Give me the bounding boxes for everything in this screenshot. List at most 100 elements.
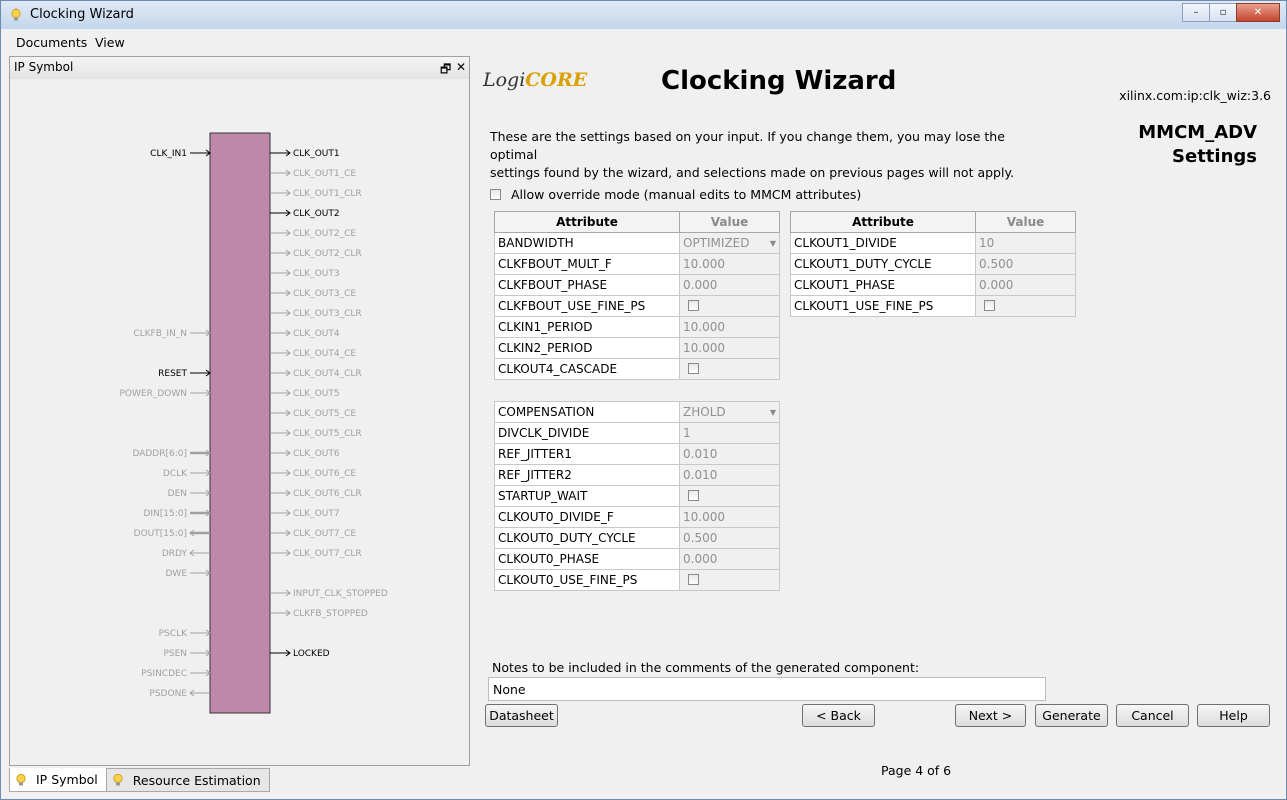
bottom-tab-bar: IP Symbol Resource Estimation — [9, 768, 270, 792]
description-line1: These are the settings based on your inp… — [490, 129, 1005, 162]
override-mode-row: Allow override mode (manual edits to MMC… — [490, 187, 861, 202]
value-field[interactable]: 10.000 — [679, 253, 780, 275]
value-field[interactable]: 0.500 — [679, 527, 780, 549]
value-checkbox-cell[interactable] — [679, 485, 780, 507]
ip-symbol-panel-title: IP Symbol — [14, 60, 74, 74]
maximize-button[interactable]: ▫ — [1209, 3, 1237, 22]
ip-symbol-canvas: CLK_IN1 CLKFB_IN_N RESET POWER_DOWN DADDR[6:… — [10, 79, 469, 765]
lightbulb-icon — [16, 773, 26, 785]
menu-documents[interactable]: Documents — [16, 35, 87, 50]
generate-button[interactable]: Generate — [1035, 704, 1108, 727]
value-checkbox[interactable] — [688, 300, 699, 311]
attribute-cell: CLKOUT0_DIVIDE_F — [494, 506, 680, 528]
tab-ip-symbol[interactable]: IP Symbol — [9, 768, 107, 792]
chevron-down-icon: ▼ — [769, 407, 776, 417]
value-checkbox[interactable] — [688, 363, 699, 374]
dropdown-value: ZHOLD — [683, 405, 726, 419]
help-button[interactable]: Help — [1197, 704, 1270, 727]
attribute-cell: CLKOUT0_PHASE — [494, 548, 680, 570]
value-checkbox-cell[interactable] — [679, 358, 780, 380]
window-controls: – ▫ ✕ — [1182, 3, 1280, 22]
value-checkbox[interactable] — [984, 300, 995, 311]
attribute-cell: CLKOUT0_DUTY_CYCLE — [494, 527, 680, 549]
value-field[interactable]: 0.000 — [975, 274, 1076, 296]
table-row: REF_JITTER1 0.010 — [494, 443, 780, 465]
cancel-button[interactable]: Cancel — [1116, 704, 1189, 727]
value-field[interactable]: 0.000 — [679, 548, 780, 570]
value-field[interactable]: 10.000 — [679, 506, 780, 528]
output-pin-label: CLK_OUT5 — [293, 389, 340, 399]
attribute-cell: REF_JITTER1 — [494, 443, 680, 465]
minimize-button[interactable]: – — [1182, 3, 1210, 22]
datasheet-button[interactable]: Datasheet — [485, 704, 558, 727]
value-field[interactable]: 10.000 — [679, 316, 780, 338]
value-field[interactable]: 0.010 — [679, 443, 780, 465]
value-field[interactable]: 0.000 — [679, 274, 780, 296]
value-checkbox-cell[interactable] — [679, 295, 780, 317]
attribute-column-header: Attribute — [790, 211, 976, 233]
override-mode-checkbox[interactable] — [490, 189, 501, 200]
value-checkbox[interactable] — [688, 574, 699, 585]
notes-input[interactable]: None — [488, 677, 1046, 701]
input-pin-label: DADDR[6:0] — [132, 449, 187, 459]
value-checkbox-cell[interactable] — [679, 569, 780, 591]
attribute-cell: CLKOUT1_USE_FINE_PS — [790, 295, 976, 317]
input-pin-label: DEN — [168, 489, 187, 499]
tab-resource-estimation[interactable]: Resource Estimation — [105, 768, 270, 792]
value-field[interactable]: 0.500 — [975, 253, 1076, 275]
attribute-cell: CLKFBOUT_MULT_F — [494, 253, 680, 275]
settings-heading-line2: Settings — [1172, 146, 1257, 167]
attribute-cell: CLKIN1_PERIOD — [494, 316, 680, 338]
value-field[interactable]: 0.010 — [679, 464, 780, 486]
output-pin-label: CLK_OUT6_CLR — [293, 489, 362, 499]
close-panel-icon[interactable]: ✕ — [456, 60, 466, 74]
close-window-button[interactable]: ✕ — [1236, 3, 1280, 22]
output-pin-label: CLK_OUT7_CE — [293, 529, 356, 539]
attribute-column-header: Attribute — [494, 211, 680, 233]
menu-view[interactable]: View — [95, 35, 125, 50]
ip-symbol-panel: IP Symbol 🗗 ✕ CLK_IN1 CLKFB_IN_N RESET POWE… — [9, 56, 470, 766]
value-field[interactable]: 10.000 — [679, 337, 780, 359]
output-pin-label: CLK_OUT3_CLR — [293, 309, 362, 319]
attributes-table-right: Attribute Value CLKOUT1_DIVIDE 10 CLKOUT1_… — [790, 211, 1076, 317]
value-dropdown[interactable]: OPTIMIZED ▼ — [679, 232, 780, 254]
back-button[interactable]: < Back — [802, 704, 875, 727]
value-checkbox-cell[interactable] — [975, 295, 1076, 317]
input-pin-label: CLKFB_IN_N — [133, 329, 187, 339]
output-pin-label: CLK_OUT3_CE — [293, 289, 356, 299]
attribute-cell: BANDWIDTH — [494, 232, 680, 254]
output-pin-label: CLK_OUT5_CLR — [293, 429, 362, 439]
tab-ip-symbol-label: IP Symbol — [36, 772, 98, 787]
value-checkbox[interactable] — [688, 490, 699, 501]
float-panel-icon[interactable]: 🗗 — [440, 60, 451, 81]
attribute-cell: CLKOUT0_USE_FINE_PS — [494, 569, 680, 591]
table-row: CLKIN2_PERIOD 10.000 — [494, 337, 780, 359]
output-pin-label: CLK_OUT1 — [293, 149, 340, 159]
input-pin-label: POWER_DOWN — [120, 389, 188, 399]
ip-symbol-panel-header: IP Symbol 🗗 ✕ — [10, 57, 469, 80]
attribute-cell: COMPENSATION — [494, 401, 680, 423]
table-row: CLKOUT1_PHASE 0.000 — [790, 274, 1076, 296]
output-pin-label: CLK_OUT2_CLR — [293, 249, 362, 259]
table-row: CLKOUT0_PHASE 0.000 — [494, 548, 780, 570]
ip-identifier: xilinx.com:ip:clk_wiz:3.6 — [1119, 88, 1271, 103]
output-pin-label: CLK_OUT4_CLR — [293, 369, 362, 379]
value-column-header: Value — [679, 211, 780, 233]
output-pin-label: INPUT_CLK_STOPPED — [293, 589, 388, 599]
next-button[interactable]: Next > — [955, 704, 1026, 727]
value-column-header: Value — [975, 211, 1076, 233]
attribute-cell: DIVCLK_DIVIDE — [494, 422, 680, 444]
value-field[interactable]: 1 — [679, 422, 780, 444]
value-field[interactable]: 10 — [975, 232, 1076, 254]
settings-heading: MMCM_ADV Settings — [1138, 121, 1257, 169]
clocking-wizard-window: Clocking Wizard – ▫ ✕ Documents View IP … — [0, 0, 1287, 800]
table-row: CLKOUT4_CASCADE — [494, 358, 780, 380]
output-pin-label: CLKFB_STOPPED — [293, 609, 368, 619]
attribute-cell: CLKOUT4_CASCADE — [494, 358, 680, 380]
value-dropdown[interactable]: ZHOLD ▼ — [679, 401, 780, 423]
notes-label: Notes to be included in the comments of … — [492, 660, 920, 675]
input-pin-label: PSCLK — [159, 629, 188, 639]
table-row: CLKFBOUT_PHASE 0.000 — [494, 274, 780, 296]
table-row: CLKFBOUT_USE_FINE_PS — [494, 295, 780, 317]
input-pin-label: DWE — [165, 569, 187, 579]
